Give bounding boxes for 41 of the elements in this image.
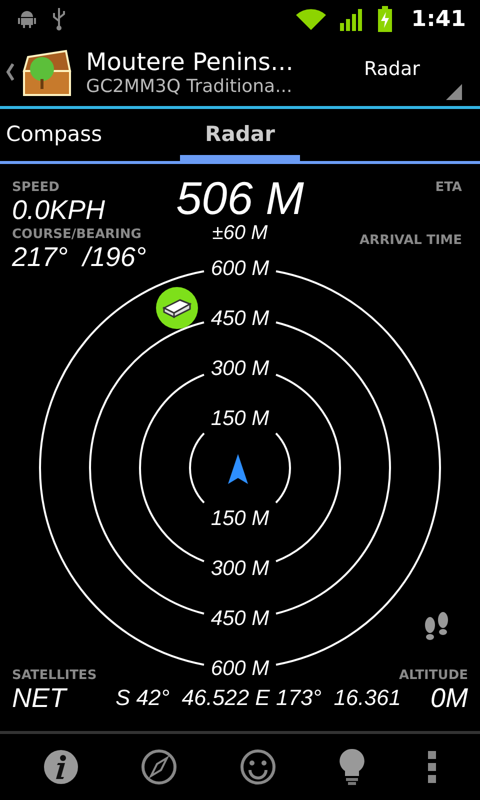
overflow-menu-icon[interactable] [427,750,438,784]
location-arrow-icon [228,454,248,484]
cache-title: Moutere Penins... [86,48,294,76]
coordinates-value: S 42° 46.522 E 173° 16.361 [116,684,401,712]
lightbulb-icon[interactable] [338,748,366,786]
back-chevron-icon[interactable] [6,63,14,81]
satellites-label: SATELLITES [12,668,97,683]
distance-value: 506 M [176,174,304,222]
range-label: 450 M [210,307,270,330]
altitude-label: ALTITUDE [399,668,468,683]
spinner-triangle-icon [446,84,462,100]
course-label: COURSE/BEARING [12,227,142,242]
info-icon[interactable] [42,749,79,785]
range-label: 600 M [210,257,270,280]
accuracy-value: ±60 M [212,222,268,244]
speed-value: 0.0KPH [12,195,106,225]
view-spinner[interactable]: Radar [364,58,474,86]
tab[interactable]: Radar [180,109,300,161]
range-label: 150 M [210,507,270,530]
footprints-icon[interactable] [425,612,448,640]
course-value: 217° /196° [12,242,146,272]
battery-icon [377,6,394,32]
tab[interactable]: Compass [0,109,180,161]
speed-label: SPEED [12,180,60,195]
range-label: 300 M [210,357,270,380]
eta-label: ETA [435,180,462,195]
cache-marker-icon[interactable] [156,287,198,329]
clock-time: 1:41 [411,6,466,32]
cache-subtitle: GC2MM3Q Traditiona... [86,76,294,96]
range-label: 300 M [210,557,270,580]
wifi-icon [295,7,328,31]
range-label: 150 M [210,407,270,430]
altitude-value: 0M [430,683,468,713]
arrival-time-label: ARRIVAL TIME [360,233,462,248]
compass-icon[interactable] [140,748,178,786]
range-label: 450 M [210,607,270,630]
satellites-value: NET [12,683,66,713]
smiley-icon[interactable] [238,748,277,786]
android-icon [16,8,38,30]
usb-icon [50,7,68,31]
range-label: 600 M [210,657,270,680]
